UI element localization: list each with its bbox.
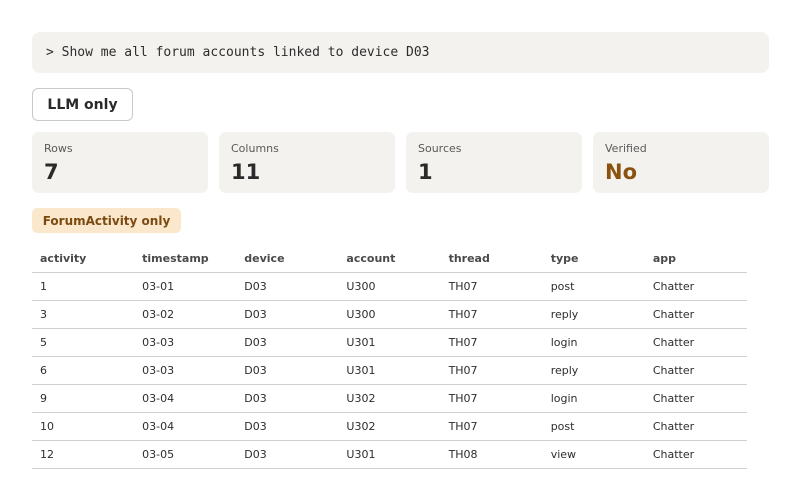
table-cell: 10 xyxy=(32,412,135,441)
table-cell: TH07 xyxy=(440,300,543,329)
stat-card-sources: Sources 1 xyxy=(406,132,582,193)
table-cell: D03 xyxy=(236,412,339,441)
table-cell: reply xyxy=(542,300,645,329)
table-cell: D03 xyxy=(236,272,339,301)
stat-value: 11 xyxy=(231,160,261,184)
stat-card-rows: Rows 7 xyxy=(32,132,208,193)
table-cell: D03 xyxy=(236,384,339,413)
table-cell: reply xyxy=(542,356,645,385)
stat-label: Verified xyxy=(605,142,647,155)
table-cell: U301 xyxy=(338,328,441,357)
table-row: 1 03-01 D03 U300 TH07 post Chatter xyxy=(32,272,747,301)
table-cell: TH07 xyxy=(440,272,543,301)
column-header: account xyxy=(338,245,441,273)
stat-card-verified: Verified No xyxy=(593,132,769,193)
table-cell: Chatter xyxy=(644,412,747,441)
results-table: activity timestamp device account thread… xyxy=(32,245,747,469)
stat-card-columns: Columns 11 xyxy=(219,132,395,193)
source-badge: ForumActivity only xyxy=(32,208,181,233)
table-cell: TH07 xyxy=(440,384,543,413)
table-cell: view xyxy=(542,440,645,469)
stat-value: 7 xyxy=(44,160,59,184)
table-cell: 3 xyxy=(32,300,135,329)
table-cell: Chatter xyxy=(644,440,747,469)
table-cell: 03-01 xyxy=(134,272,237,301)
table-cell: TH07 xyxy=(440,356,543,385)
table-cell: D03 xyxy=(236,356,339,385)
column-header: app xyxy=(644,245,747,273)
table-cell: 03-04 xyxy=(134,384,237,413)
table-cell: U300 xyxy=(338,300,441,329)
table-cell: Chatter xyxy=(644,328,747,357)
source-badge-label: ForumActivity only xyxy=(42,213,171,228)
table-cell: TH07 xyxy=(440,412,543,441)
table-cell: D03 xyxy=(236,440,339,469)
column-header: thread xyxy=(440,245,543,273)
stat-value: 1 xyxy=(418,160,433,184)
verified-status-value: No xyxy=(605,160,638,184)
table-row: 3 03-02 D03 U300 TH07 reply Chatter xyxy=(32,300,747,329)
stat-label: Columns xyxy=(231,142,279,155)
table-cell: 03-05 xyxy=(134,440,237,469)
query-prompt: > Show me all forum accounts linked to d… xyxy=(32,32,769,73)
table-cell: Chatter xyxy=(644,272,747,301)
table-cell: 1 xyxy=(32,272,135,301)
table-cell: TH08 xyxy=(440,440,543,469)
table-cell: TH07 xyxy=(440,328,543,357)
table-cell: post xyxy=(542,272,645,301)
table-cell: 12 xyxy=(32,440,135,469)
table-cell: D03 xyxy=(236,300,339,329)
column-header: activity xyxy=(32,245,135,273)
table-cell: U302 xyxy=(338,412,441,441)
table-cell: Chatter xyxy=(644,384,747,413)
table-cell: post xyxy=(542,412,645,441)
table-cell: U301 xyxy=(338,440,441,469)
table-row: 5 03-03 D03 U301 TH07 login Chatter xyxy=(32,328,747,357)
table-cell: 6 xyxy=(32,356,135,385)
query-prompt-text: > Show me all forum accounts linked to d… xyxy=(46,45,430,60)
table-cell: U301 xyxy=(338,356,441,385)
table-cell: 5 xyxy=(32,328,135,357)
table-row: 6 03-03 D03 U301 TH07 reply Chatter xyxy=(32,356,747,385)
table-cell: login xyxy=(542,328,645,357)
table-cell: Chatter xyxy=(644,356,747,385)
table-header-row: activity timestamp device account thread… xyxy=(32,245,747,273)
stat-label: Rows xyxy=(44,142,73,155)
table-cell: 03-03 xyxy=(134,328,237,357)
column-header: timestamp xyxy=(134,245,237,273)
table-cell: U302 xyxy=(338,384,441,413)
table-row: 9 03-04 D03 U302 TH07 login Chatter xyxy=(32,384,747,413)
stat-label: Sources xyxy=(418,142,462,155)
column-header: type xyxy=(542,245,645,273)
llm-only-button[interactable]: LLM only xyxy=(32,88,133,121)
column-header: device xyxy=(236,245,339,273)
table-row: 10 03-04 D03 U302 TH07 post Chatter xyxy=(32,412,747,441)
table-cell: Chatter xyxy=(644,300,747,329)
table-cell: 03-02 xyxy=(134,300,237,329)
table-cell: U300 xyxy=(338,272,441,301)
table-cell: D03 xyxy=(236,328,339,357)
table-cell: login xyxy=(542,384,645,413)
table-cell: 9 xyxy=(32,384,135,413)
table-cell: 03-04 xyxy=(134,412,237,441)
table-cell: 03-03 xyxy=(134,356,237,385)
table-row: 12 03-05 D03 U301 TH08 view Chatter xyxy=(32,440,747,469)
